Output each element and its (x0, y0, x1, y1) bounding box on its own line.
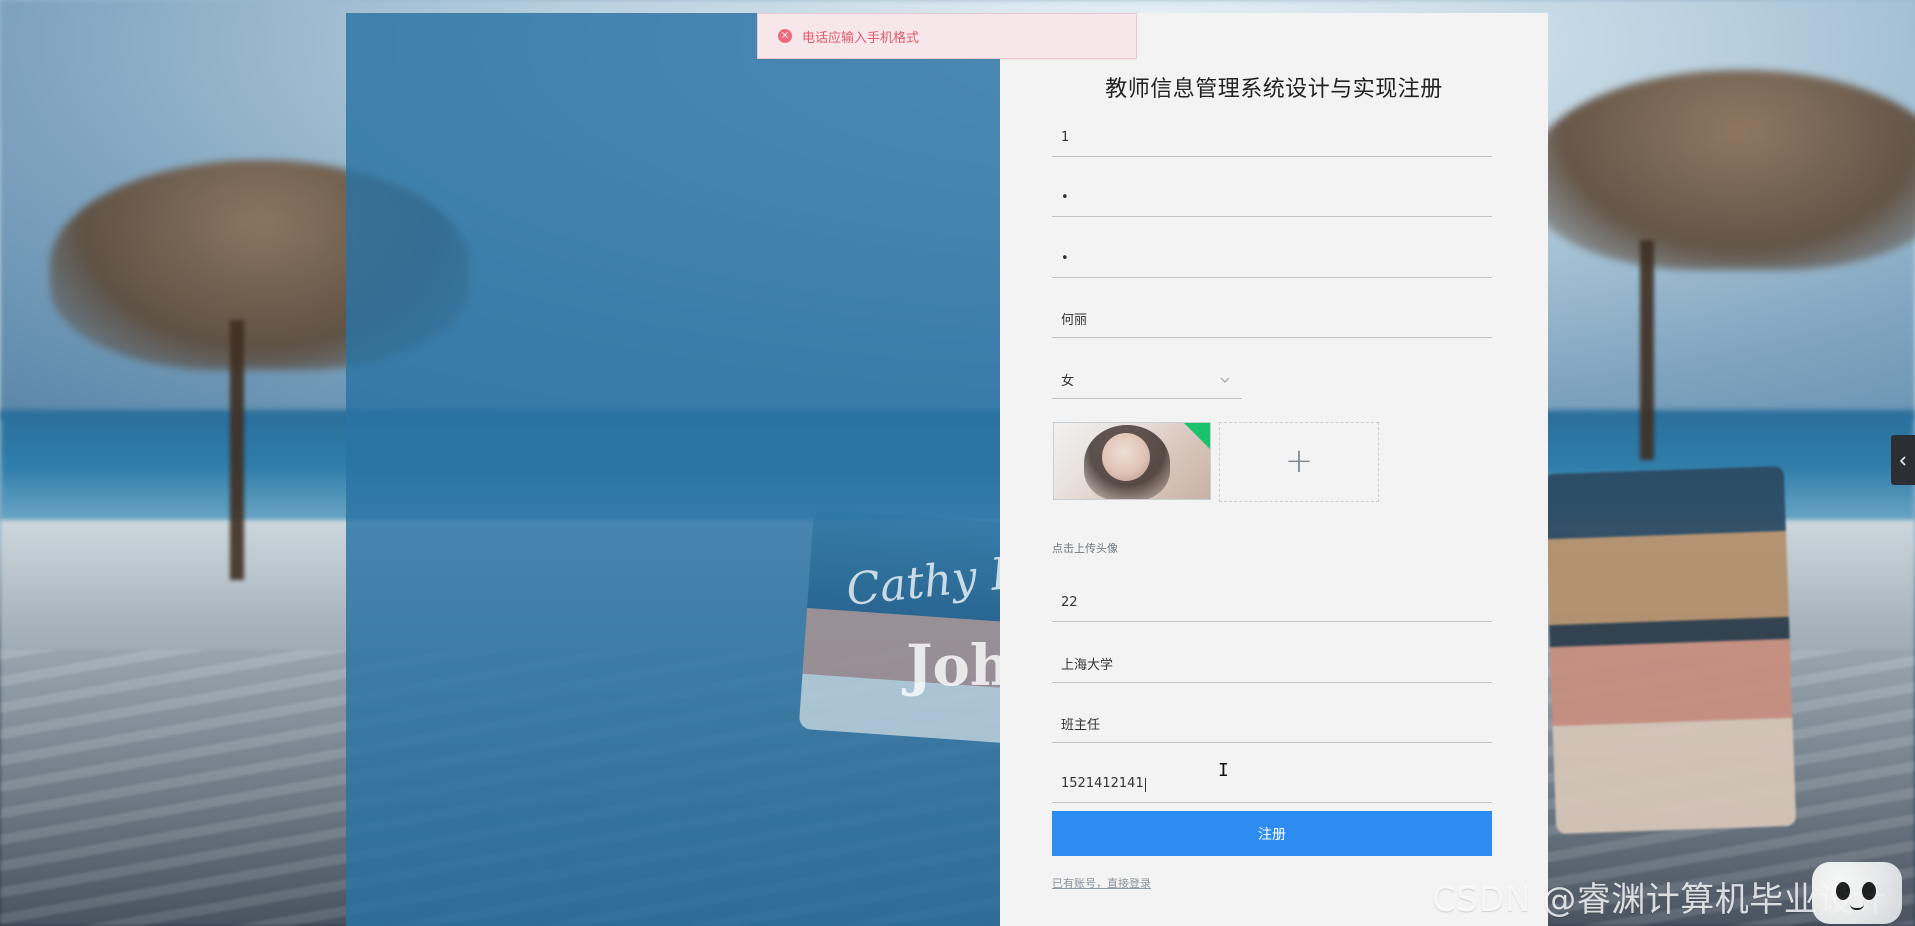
avatar-upload-button[interactable]: + (1219, 422, 1379, 502)
avatar-upload-row: + (1052, 408, 1412, 502)
phone-field[interactable]: 1521412141 (1052, 765, 1492, 803)
mascot-eye-left (1836, 882, 1850, 900)
background-umbrella-pole-right (1640, 240, 1654, 460)
school-field-value: 上海大学 (1061, 658, 1114, 673)
avatar-upload-hint: 点击上传头像 (1052, 542, 1118, 555)
error-toast: × 电话应输入手机格式 (757, 13, 1137, 59)
avatar-thumbnail-status-corner (1184, 423, 1210, 449)
register-button[interactable]: 注册 (1052, 811, 1492, 856)
chevron-down-icon (1220, 375, 1230, 385)
login-link[interactable]: 已有账号，直接登录 (1052, 875, 1151, 891)
password-field-value: • (1061, 190, 1069, 205)
position-field[interactable]: 班主任 (1052, 705, 1492, 743)
phone-field-value: 1521412141 (1061, 776, 1144, 791)
account-field-value: 1 (1061, 130, 1070, 145)
confirm-password-field[interactable]: • (1052, 240, 1492, 278)
left-panel-books (798, 509, 1000, 747)
confirm-password-field-value: • (1061, 251, 1069, 266)
chevron-left-icon (1898, 451, 1908, 470)
register-title: 教师信息管理系统设计与实现注册 (1105, 77, 1443, 102)
error-circle-icon: × (778, 29, 792, 43)
age-field[interactable]: 22 (1052, 584, 1492, 622)
school-field[interactable]: 上海大学 (1052, 645, 1492, 683)
plus-icon: + (1284, 441, 1314, 481)
age-field-value: 22 (1061, 595, 1078, 610)
gender-select[interactable]: 女 (1052, 361, 1242, 399)
name-field[interactable]: 何丽 (1052, 300, 1492, 338)
mascot-mouth (1850, 904, 1864, 910)
error-toast-message: 电话应输入手机格式 (802, 30, 920, 46)
account-field[interactable]: 1 (1052, 119, 1492, 157)
password-field[interactable]: • (1052, 179, 1492, 217)
background-umbrella-pole-left (230, 320, 244, 580)
avatar-thumbnail-face (1102, 433, 1150, 481)
background-umbrella-right (1530, 70, 1915, 270)
side-panel-toggle[interactable] (1891, 435, 1915, 485)
text-cursor-icon: I (1218, 760, 1229, 781)
mascot-icon (1812, 862, 1902, 924)
position-field-value: 班主任 (1061, 718, 1101, 733)
gender-selected-value: 女 (1061, 374, 1075, 389)
left-overlay-panel: Cathy Kell Joh (346, 13, 1000, 926)
register-panel: 教师信息管理系统设计与实现注册 1 • • 何丽 女 + 点击上传头像 22 上… (1000, 13, 1548, 926)
left-panel-book-word-2: Joh (906, 633, 1000, 699)
name-field-value: 何丽 (1061, 313, 1088, 328)
mascot-eye-right (1862, 882, 1876, 900)
text-caret (1144, 777, 1146, 792)
avatar-thumbnail[interactable] (1053, 422, 1211, 500)
background-books (1543, 465, 1797, 835)
